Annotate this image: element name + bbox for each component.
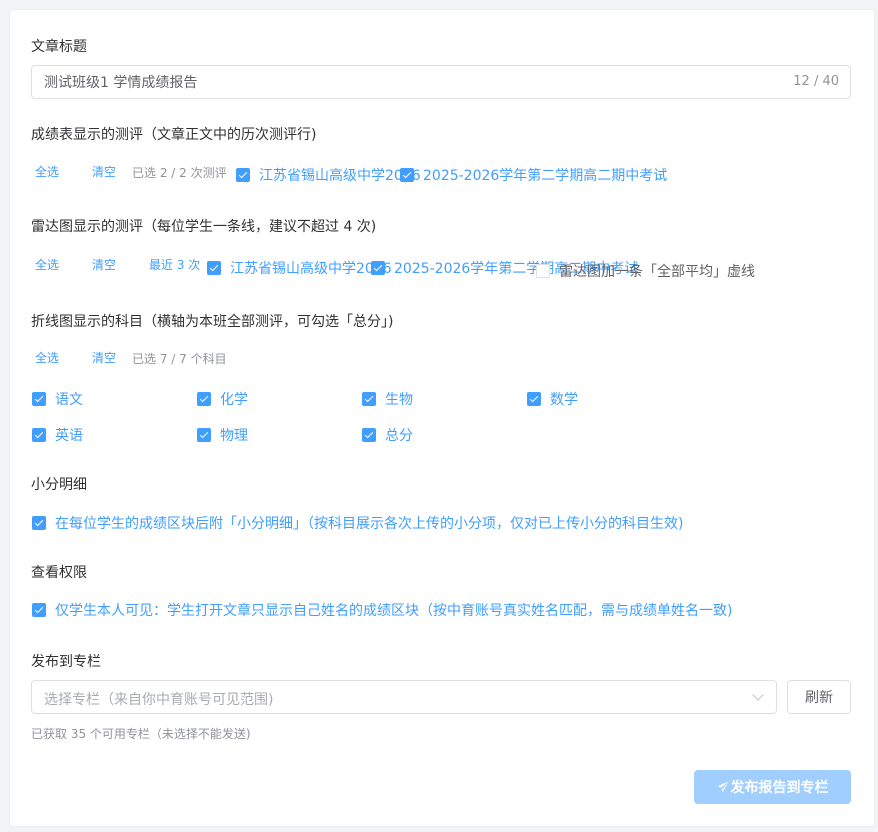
line-chart-selected-hint: 已选 7 / 7 个科目: [132, 352, 227, 366]
subject-label: 总分: [385, 428, 413, 444]
checkbox-checked-icon: [362, 428, 376, 442]
score-table-clear-button[interactable]: 清空: [92, 163, 116, 180]
checkbox-checked-icon: [236, 168, 250, 182]
detail-option-label: 在每位学生的成绩区块后附「小分明细」（按科目展示各次上传的小分项，仅对已上传小分…: [55, 516, 684, 532]
checkbox-checked-icon: [527, 392, 541, 406]
subject-label: 物理: [220, 428, 248, 444]
checkbox-unchecked-icon: [536, 264, 550, 278]
subject-label: 数学: [550, 392, 578, 408]
radar-avg-line-checkbox[interactable]: 雷达图加一条「全部平均」虚线: [536, 261, 755, 281]
report-settings-card: 文章标题 12 / 40 成绩表显示的测评（文章正文中的历次测评行) 全选 清空…: [9, 9, 875, 827]
radar-label: 雷达图显示的测评（每位学生一条线，建议不超过 4 次): [31, 219, 377, 235]
line-chart-label: 折线图显示的科目（横轴为本班全部测评，可勾选「总分」): [31, 314, 394, 330]
score-table-select-all-button[interactable]: 全选: [35, 163, 59, 180]
column-select-placeholder: 选择专栏（来自你中育账号可见范围): [44, 692, 274, 708]
checkbox-checked-icon: [371, 261, 385, 275]
detail-label: 小分明细: [31, 477, 87, 493]
subject-checkbox-physics[interactable]: 物理: [197, 425, 248, 445]
subject-checkbox-chinese[interactable]: 语文: [32, 389, 83, 409]
columns-fetched-hint: 已获取 35 个可用专栏（未选择不能发送): [31, 727, 251, 741]
checkbox-checked-icon: [32, 392, 46, 406]
checkbox-checked-icon: [400, 168, 414, 182]
title-label: 文章标题: [31, 39, 87, 55]
score-table-eval-checkbox[interactable]: 江苏省锡山高级中学2026: [236, 165, 421, 185]
checkbox-checked-icon: [32, 516, 46, 530]
line-chart-clear-button[interactable]: 清空: [92, 349, 116, 366]
checkbox-checked-icon: [32, 603, 46, 617]
publish-report-button[interactable]: 发布报告到专栏: [694, 770, 851, 804]
subject-checkbox-english[interactable]: 英语: [32, 425, 83, 445]
subject-label: 化学: [220, 392, 248, 408]
chevron-down-icon: [752, 689, 764, 701]
score-table-eval-checkbox[interactable]: 2025-2026学年第二学期高二期中考试: [400, 165, 667, 185]
permission-option-label: 仅学生本人可见：学生打开文章只显示自己姓名的成绩区块（按中育账号真实姓名匹配，需…: [55, 603, 733, 619]
checkbox-checked-icon: [32, 428, 46, 442]
radar-clear-button[interactable]: 清空: [92, 256, 116, 273]
title-input-wrapper[interactable]: 12 / 40: [31, 65, 851, 99]
subject-checkbox-math[interactable]: 数学: [527, 389, 578, 409]
radar-recent-button[interactable]: 最近 3 次: [149, 256, 200, 273]
subject-label: 生物: [385, 392, 413, 408]
detail-checkbox[interactable]: 在每位学生的成绩区块后附「小分明细」（按科目展示各次上传的小分项，仅对已上传小分…: [32, 513, 683, 533]
checkbox-checked-icon: [207, 261, 221, 275]
subject-checkbox-total[interactable]: 总分: [362, 425, 413, 445]
send-plane-icon: [717, 781, 728, 793]
radar-eval-label: 江苏省锡山高级中学2026: [230, 261, 392, 277]
radar-eval-checkbox[interactable]: 江苏省锡山高级中学2026: [207, 258, 392, 278]
subject-label: 语文: [55, 392, 83, 408]
title-char-counter: 12 / 40: [793, 74, 839, 89]
score-table-eval-label: 江苏省锡山高级中学2026: [259, 168, 421, 184]
column-select[interactable]: 选择专栏（来自你中育账号可见范围): [31, 680, 777, 714]
subject-checkbox-chemistry[interactable]: 化学: [197, 389, 248, 409]
checkbox-checked-icon: [197, 428, 211, 442]
subject-checkbox-biology[interactable]: 生物: [362, 389, 413, 409]
subject-label: 英语: [55, 428, 83, 444]
radar-avg-line-label: 雷达图加一条「全部平均」虚线: [559, 264, 755, 280]
publish-label: 发布到专栏: [31, 654, 101, 670]
score-table-selected-hint: 已选 2 / 2 次测评: [132, 166, 227, 180]
permission-checkbox[interactable]: 仅学生本人可见：学生打开文章只显示自己姓名的成绩区块（按中育账号真实姓名匹配，需…: [32, 600, 732, 620]
publish-report-label: 发布报告到专栏: [730, 780, 829, 796]
line-chart-select-all-button[interactable]: 全选: [35, 349, 59, 366]
score-table-label: 成绩表显示的测评（文章正文中的历次测评行): [31, 127, 317, 143]
checkbox-checked-icon: [362, 392, 376, 406]
refresh-button[interactable]: 刷新: [787, 680, 851, 714]
score-table-eval-label: 2025-2026学年第二学期高二期中考试: [423, 168, 668, 184]
checkbox-checked-icon: [197, 392, 211, 406]
permission-label: 查看权限: [31, 565, 87, 581]
title-input[interactable]: [44, 66, 764, 98]
radar-select-all-button[interactable]: 全选: [35, 256, 59, 273]
